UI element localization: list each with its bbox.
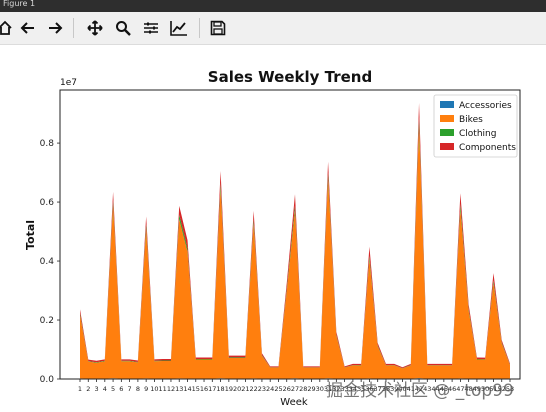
- x-tick-label: 14: [183, 385, 191, 393]
- edit-axis-icon: [170, 21, 187, 36]
- x-tick-label: 11: [159, 385, 167, 393]
- y-axis-label: Total: [24, 220, 37, 250]
- x-tick-label: 12: [167, 385, 175, 393]
- x-tick-label: 13: [175, 385, 183, 393]
- chart-title: Sales Weekly Trend: [208, 68, 372, 86]
- x-tick-label: 16: [200, 385, 208, 393]
- y-axis-offset-label: 1e7: [60, 78, 77, 88]
- legend-swatch: [440, 129, 454, 136]
- watermark: 掘金技术社区 @ _top99: [326, 381, 514, 401]
- x-tick-label: 17: [208, 385, 216, 393]
- home-icon: [0, 20, 12, 35]
- configure-subplots-button[interactable]: [140, 17, 162, 39]
- save-icon: [210, 20, 226, 36]
- pan-button[interactable]: [84, 17, 106, 39]
- back-icon: [20, 22, 34, 34]
- chart: 1 2 3 4 5 6 7 8 9 10 11 12 13 14 15 16 17 18 19 20 21 22 23 24 2…: [0, 45, 546, 412]
- toolbar-separator: [199, 18, 200, 38]
- save-button[interactable]: [207, 17, 229, 39]
- y-tick-label: 0.8: [40, 139, 55, 149]
- x-tick-label: 10: [150, 385, 158, 393]
- x-tick-label: 2: [86, 385, 90, 393]
- legend-swatch: [440, 143, 454, 150]
- x-tick-label: 18: [216, 385, 224, 393]
- x-tick-label: 1: [78, 385, 82, 393]
- edit-axis-button[interactable]: [168, 17, 190, 39]
- x-tick-label: 4: [103, 385, 107, 393]
- zoom-icon: [116, 21, 131, 36]
- legend-swatch: [440, 115, 454, 122]
- x-tick-label: 20: [233, 385, 241, 393]
- window-title: Figure 1: [3, 0, 36, 8]
- x-tick-label: 30: [316, 385, 324, 393]
- back-button[interactable]: [17, 17, 39, 39]
- x-tick-label: 24: [266, 385, 274, 393]
- x-tick-label: 8: [136, 385, 140, 393]
- x-tick-label: 25: [274, 385, 282, 393]
- x-tick-label: 22: [250, 385, 258, 393]
- x-tick-label: 9: [144, 385, 148, 393]
- x-tick-label: 6: [119, 385, 123, 393]
- window-titlebar: Figure 1: [0, 0, 546, 12]
- forward-button[interactable]: [44, 17, 66, 39]
- legend-label: Accessories: [459, 101, 512, 111]
- x-tick-label: 7: [128, 385, 132, 393]
- y-tick-label: 0.2: [40, 316, 54, 326]
- navigation-toolbar: [0, 12, 546, 45]
- x-tick-label: 5: [111, 385, 115, 393]
- x-tick-label: 21: [241, 385, 249, 393]
- y-tick-label: 0.4: [40, 257, 55, 267]
- zoom-button[interactable]: [112, 17, 134, 39]
- legend: Accessories Bikes Clothing Components: [433, 94, 518, 158]
- x-tick-label: 23: [258, 385, 266, 393]
- legend-label: Bikes: [459, 115, 483, 125]
- y-tick-label: 0.0: [40, 375, 55, 385]
- toolbar-separator: [73, 18, 74, 38]
- x-tick-label: 28: [299, 385, 307, 393]
- configure-subplots-icon: [144, 22, 158, 34]
- x-axis-label: Week: [280, 397, 308, 408]
- x-tick-label: 27: [291, 385, 299, 393]
- x-tick-label: 15: [192, 385, 200, 393]
- legend-label: Components: [459, 143, 516, 153]
- legend-label: Clothing: [459, 129, 496, 139]
- y-tick-label: 0.6: [40, 198, 55, 208]
- forward-icon: [49, 22, 63, 34]
- x-tick-label: 26: [283, 385, 291, 393]
- x-tick-label: 19: [225, 385, 233, 393]
- pan-icon: [87, 20, 103, 36]
- legend-swatch: [440, 101, 454, 108]
- home-button[interactable]: [0, 17, 16, 39]
- x-tick-label: 29: [307, 385, 315, 393]
- x-tick-label: 3: [94, 385, 98, 393]
